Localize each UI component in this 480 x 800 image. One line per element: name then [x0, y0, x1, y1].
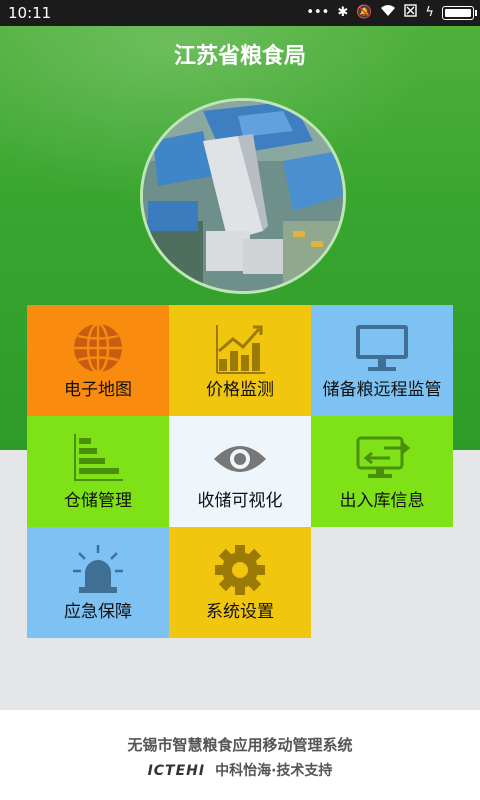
battery-icon	[442, 5, 477, 20]
storage-bars-icon	[27, 432, 169, 486]
globe-icon	[27, 321, 169, 375]
transfer-screen-icon	[311, 432, 453, 486]
app-title: 江苏省粮食局	[173, 44, 306, 69]
menu-item-label: 出入库信息	[339, 491, 425, 511]
price-chart-icon	[169, 321, 311, 375]
menu-item-storage-management[interactable]: 仓储管理	[27, 416, 169, 527]
gear-icon	[169, 543, 311, 597]
monitor-icon	[311, 321, 453, 375]
menu-item-label: 系统设置	[206, 602, 274, 622]
status-bar: 10:11 ••• ✱ 🔕 ϟ	[0, 0, 480, 26]
sim-off-icon	[404, 4, 418, 21]
granary-photo	[140, 98, 346, 294]
menu-item-label: 电子地图	[64, 380, 132, 400]
menu-item-in-out-info[interactable]: 出入库信息	[311, 416, 453, 527]
footer-support-text: 中科怡海·技术支持	[215, 763, 333, 779]
menu-item-electronic-map[interactable]: 电子地图	[27, 305, 169, 416]
menu-item-price-monitoring[interactable]: 价格监测	[169, 305, 311, 416]
ictehi-logo: ICTEHI	[147, 763, 206, 779]
menu-item-label: 价格监测	[206, 380, 274, 400]
eye-icon	[169, 432, 311, 486]
menu-item-storage-visualization[interactable]: 收储可视化	[169, 416, 311, 527]
menu-item-label: 收储可视化	[197, 491, 283, 511]
menu-item-emergency-support[interactable]: 应急保障	[27, 527, 169, 638]
menu-item-reserve-remote-monitoring[interactable]: 储备粮远程监管	[311, 305, 453, 416]
footer: 无锡市智慧粮食应用移动管理系统 ICTEHI 中科怡海·技术支持	[0, 710, 480, 800]
more-dots-icon: •••	[306, 5, 330, 20]
menu-grid: 电子地图 价格监测 储备粮远程监管 仓储管理 收储可视化 出入库信息 应急保障 …	[27, 305, 453, 640]
alarm-light-icon	[27, 543, 169, 597]
status-time: 10:11	[8, 4, 52, 22]
mute-icon: 🔕	[356, 5, 373, 20]
footer-title: 无锡市智慧粮食应用移动管理系统	[127, 736, 353, 754]
menu-item-label: 仓储管理	[64, 491, 132, 511]
menu-item-label: 储备粮远程监管	[322, 380, 442, 400]
charging-icon: ϟ	[425, 5, 434, 20]
menu-item-system-settings[interactable]: 系统设置	[169, 527, 311, 638]
wifi-icon	[380, 4, 396, 21]
bluetooth-icon: ✱	[337, 5, 349, 20]
menu-item-label: 应急保障	[64, 602, 132, 622]
